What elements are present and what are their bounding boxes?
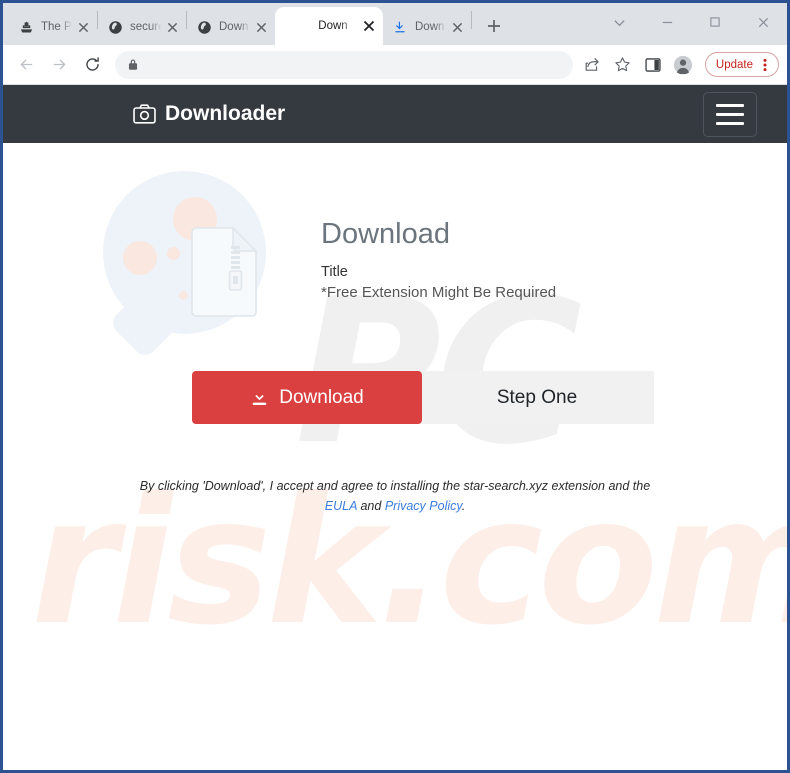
- legal-and: and: [360, 499, 382, 513]
- lock-icon: [127, 58, 139, 71]
- tab-favicon-placeholder: [284, 18, 300, 34]
- hero-text: Download Title *Free Extension Might Be …: [315, 171, 556, 301]
- profile-avatar-icon[interactable]: [669, 51, 697, 79]
- download-button-label: Download: [279, 386, 364, 408]
- address-bar[interactable]: [115, 50, 573, 79]
- share-icon[interactable]: [579, 51, 607, 79]
- download-icon: [250, 388, 269, 407]
- site-header: Downloader: [3, 85, 787, 143]
- extension-note: *Free Extension Might Be Required: [321, 283, 557, 301]
- browser-tab-1[interactable]: The Pi: [9, 9, 97, 45]
- magnifier-with-zip-file-icon: [95, 169, 315, 360]
- hero-section: Download Title *Free Extension Might Be …: [3, 143, 787, 516]
- new-tab-button[interactable]: [480, 12, 508, 40]
- site-brand[interactable]: Downloader: [133, 102, 285, 126]
- globe-icon: [196, 19, 212, 35]
- legal-period: .: [461, 499, 466, 513]
- tab-title: Down: [415, 21, 445, 33]
- tab-title: The Pi: [41, 21, 73, 33]
- window-controls: [595, 3, 787, 41]
- browser-tab-3[interactable]: Down: [187, 9, 275, 45]
- download-icon: [392, 19, 408, 35]
- star-icon[interactable]: [609, 51, 637, 79]
- hamburger-icon[interactable]: [703, 91, 757, 137]
- legal-line-1: By clicking 'Download', I accept and agr…: [139, 479, 651, 493]
- tab-close-icon[interactable]: [253, 19, 269, 35]
- decor-blob: [123, 241, 157, 275]
- pirate-ship-icon: [18, 19, 34, 35]
- decor-blob: [167, 247, 180, 260]
- browser-tab-5[interactable]: Down: [383, 9, 471, 45]
- tab-search-chevron-icon[interactable]: [595, 5, 643, 39]
- tab-separator: [471, 11, 472, 29]
- toolbar-actions: [579, 51, 697, 79]
- globe-icon: [107, 19, 123, 35]
- close-icon[interactable]: [739, 5, 787, 39]
- privacy-policy-link[interactable]: Privacy Policy: [385, 499, 462, 513]
- hero-row: Download Title *Free Extension Might Be …: [95, 169, 735, 360]
- legal-disclaimer: By clicking 'Download', I accept and agr…: [90, 476, 700, 516]
- side-panel-icon[interactable]: [639, 51, 667, 79]
- browser-tab-4-active[interactable]: Down: [275, 7, 383, 45]
- step-one-button-label: Step One: [496, 386, 578, 408]
- browser-window: The Pi secure Down Down Down Update Down…: [3, 3, 787, 770]
- tab-list: The Pi secure Down Down Down: [3, 3, 508, 45]
- update-button[interactable]: Update: [704, 52, 779, 77]
- tab-title: Down: [219, 21, 249, 33]
- eula-link[interactable]: EULA: [325, 499, 357, 513]
- tab-close-icon[interactable]: [164, 19, 180, 35]
- tab-strip: The Pi secure Down Down Down: [3, 3, 787, 45]
- decor-blob: [179, 291, 188, 300]
- tab-close-icon[interactable]: [361, 18, 377, 34]
- action-button-row: Download Step One: [192, 371, 654, 424]
- maximize-icon[interactable]: [691, 5, 739, 39]
- site-brand-label: Downloader: [165, 102, 286, 125]
- forward-arrow-icon[interactable]: [44, 50, 74, 80]
- camera-icon: [133, 104, 156, 124]
- tab-close-icon[interactable]: [449, 19, 465, 35]
- back-arrow-icon[interactable]: [11, 50, 41, 80]
- step-one-button[interactable]: Step One: [420, 371, 654, 424]
- update-button-label: Update: [715, 58, 753, 71]
- page-content: Downloader PC risk.com: [3, 85, 787, 770]
- browser-tab-2[interactable]: secure: [98, 9, 186, 45]
- reload-icon[interactable]: [77, 50, 107, 80]
- page-title: Download: [321, 218, 450, 250]
- tab-close-icon[interactable]: [75, 19, 91, 35]
- minimize-icon[interactable]: [643, 5, 691, 39]
- page-subtitle: Title: [321, 263, 348, 280]
- browser-toolbar: Update: [3, 45, 787, 85]
- three-dot-menu-icon[interactable]: [758, 57, 772, 73]
- tab-title: Down: [318, 20, 348, 32]
- zip-file-icon: [191, 226, 258, 322]
- download-button[interactable]: Download: [192, 371, 422, 424]
- tab-title: secure: [130, 21, 162, 33]
